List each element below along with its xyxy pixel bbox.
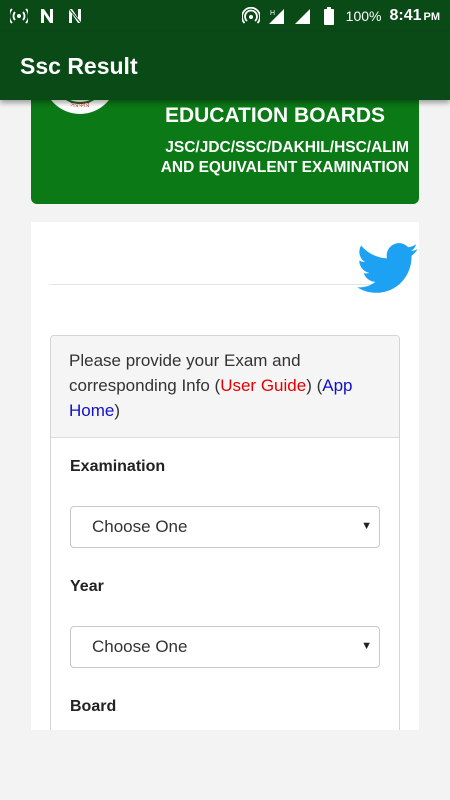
exam-info-panel: Please provide your Exam and correspondi…: [50, 335, 400, 730]
twitter-icon[interactable]: [357, 242, 419, 296]
n-icon: [66, 7, 84, 25]
chevron-down-icon: ▼: [361, 640, 372, 652]
banner-title: EDUCATION BOARDS: [164, 104, 386, 127]
chevron-down-icon: ▼: [361, 520, 372, 532]
education-boards-banner: সরকার EDUCATION BOARDS JSC/JDC/SSC/DAKHI…: [31, 100, 419, 204]
clock-ampm: PM: [423, 11, 441, 23]
app-bar: Ssc Result: [0, 32, 450, 100]
scroll-content[interactable]: সরকার EDUCATION BOARDS JSC/JDC/SSC/DAKHI…: [0, 100, 450, 730]
form-fields: Examination Choose One ▼ Year Choose One…: [51, 438, 399, 730]
battery-icon: [320, 7, 338, 25]
signal-icon: [294, 7, 312, 25]
hotspot-icon: [241, 7, 260, 25]
divider: [49, 284, 401, 285]
broadcast-icon: [10, 7, 28, 25]
year-select-value: Choose One: [92, 637, 188, 656]
clock: 8:41 PM: [389, 7, 440, 25]
instruction-end: ): [114, 401, 121, 420]
instruction-separator: ) (: [306, 376, 323, 395]
board-label: Board: [70, 698, 117, 715]
signal-h-icon: H: [268, 7, 286, 25]
status-bar: H 100% 8:41 PM: [0, 0, 450, 32]
examination-select-value: Choose One: [92, 517, 188, 536]
n-icon: [38, 7, 56, 25]
year-label: Year: [70, 578, 104, 595]
banner-subtitle-line1: JSC/JDC/SSC/DAKHIL/HSC/ALIM: [165, 139, 409, 156]
bottom-blank-area: [0, 730, 450, 800]
year-select[interactable]: Choose One ▼: [70, 626, 380, 668]
clock-time: 8:41: [389, 7, 422, 24]
panel-instructions: Please provide your Exam and correspondi…: [51, 336, 399, 438]
user-guide-link[interactable]: User Guide: [220, 376, 306, 395]
banner-subtitle-line2: AND EQUIVALENT EXAMINATION: [160, 159, 409, 176]
examination-label: Examination: [70, 458, 166, 475]
battery-percent: 100%: [345, 8, 382, 24]
svg-text:H: H: [270, 10, 275, 17]
result-form-card: Please provide your Exam and correspondi…: [31, 222, 419, 730]
banner-subtitle: JSC/JDC/SSC/DAKHIL/HSC/ALIM AND EQUIVALE…: [119, 138, 409, 178]
app-title: Ssc Result: [20, 52, 138, 79]
examination-select[interactable]: Choose One ▼: [70, 506, 380, 548]
